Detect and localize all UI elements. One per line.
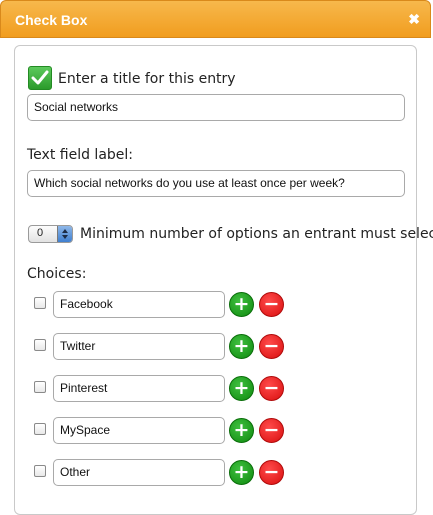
entry-title-field[interactable]: Social networks bbox=[27, 94, 405, 121]
text-field-label-field[interactable]: Which social networks do you use at leas… bbox=[27, 170, 405, 197]
choice-checkbox[interactable] bbox=[34, 465, 46, 477]
dialog-title: Check Box bbox=[15, 12, 88, 28]
minimum-options-stepper[interactable]: 0 bbox=[28, 225, 73, 243]
minus-icon[interactable]: − bbox=[259, 334, 284, 359]
choice-field[interactable]: Pinterest bbox=[53, 375, 225, 402]
minus-icon[interactable]: − bbox=[259, 376, 284, 401]
minus-icon[interactable]: − bbox=[259, 292, 284, 317]
minimum-options-label: Minimum number of options an entrant mus… bbox=[80, 226, 433, 242]
minus-icon[interactable]: − bbox=[259, 418, 284, 443]
checkmark-icon bbox=[28, 66, 52, 90]
minus-icon[interactable]: − bbox=[259, 460, 284, 485]
text-field-label-heading: Text field label: bbox=[27, 147, 133, 163]
dialog-title-bar: Check Box ✖ bbox=[0, 0, 431, 38]
choice-checkbox[interactable] bbox=[34, 381, 46, 393]
choice-field[interactable]: Facebook bbox=[53, 291, 225, 318]
plus-icon[interactable]: + bbox=[229, 292, 254, 317]
plus-icon[interactable]: + bbox=[229, 376, 254, 401]
choice-checkbox[interactable] bbox=[34, 423, 46, 435]
plus-icon[interactable]: + bbox=[229, 460, 254, 485]
stepper-arrows-icon[interactable] bbox=[57, 226, 72, 242]
choice-checkbox[interactable] bbox=[34, 339, 46, 351]
minimum-value: 0 bbox=[37, 227, 44, 239]
list-item: Twitter + − bbox=[0, 333, 433, 361]
list-item: Pinterest + − bbox=[0, 375, 433, 403]
choice-field[interactable]: Other bbox=[53, 459, 225, 486]
choice-checkbox[interactable] bbox=[34, 297, 46, 309]
plus-icon[interactable]: + bbox=[229, 418, 254, 443]
list-item: Facebook + − bbox=[0, 291, 433, 319]
choice-field[interactable]: Twitter bbox=[53, 333, 225, 360]
plus-icon[interactable]: + bbox=[229, 334, 254, 359]
list-item: Other + − bbox=[0, 459, 433, 487]
close-icon[interactable]: ✖ bbox=[408, 11, 420, 28]
entry-title-label: Enter a title for this entry bbox=[58, 71, 236, 87]
choices-heading: Choices: bbox=[27, 266, 87, 282]
list-item: MySpace + − bbox=[0, 417, 433, 445]
choice-field[interactable]: MySpace bbox=[53, 417, 225, 444]
